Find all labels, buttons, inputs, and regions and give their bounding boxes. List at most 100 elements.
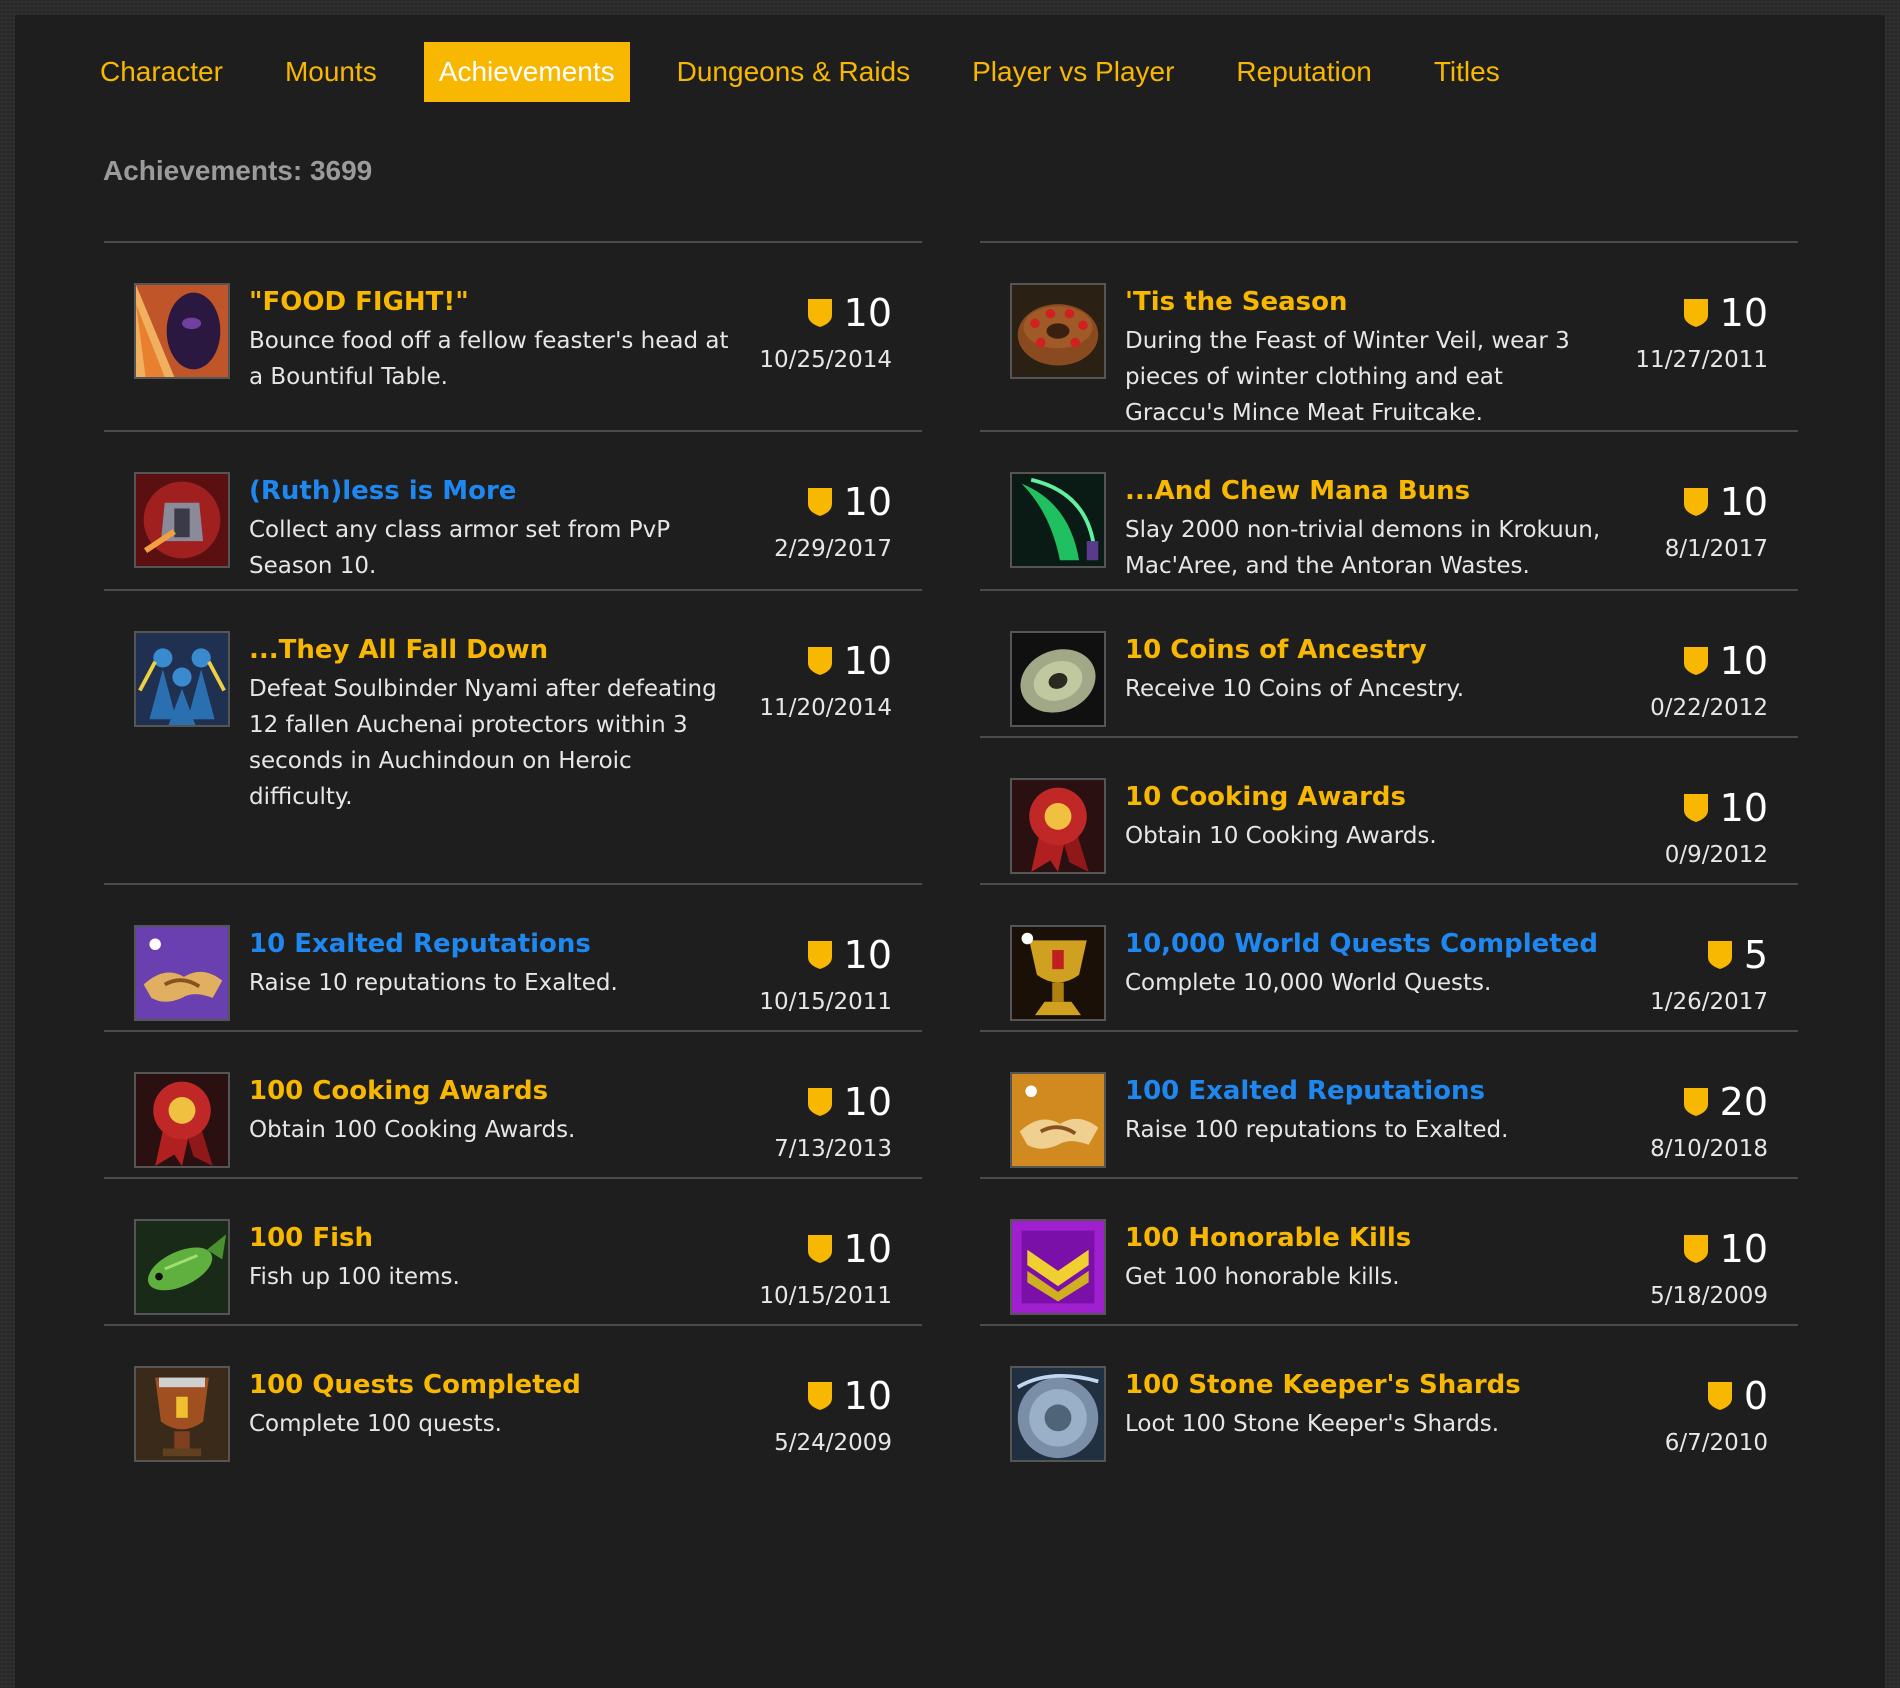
achievement-description: Collect any class armor set from PvP Sea… xyxy=(249,517,671,579)
goblet-icon xyxy=(134,1366,230,1462)
achievement-list-right: 'Tis the Season During the Feast of Winte… xyxy=(980,241,1798,1471)
achievement-title[interactable]: 100 Exalted Reputations xyxy=(1125,1076,1485,1106)
achievement-points-value: 10 xyxy=(1719,786,1768,830)
profile-tabs: Character Mounts Achievements Dungeons &… xyxy=(85,42,1547,102)
achievement-points: 10 xyxy=(1683,291,1768,335)
achievement-title[interactable]: (Ruth)less is More xyxy=(249,476,516,506)
achievement-item-100-fish[interactable]: 100 Fish Fish up 100 items. 10 10/15/2011 xyxy=(104,1177,922,1324)
achievement-title[interactable]: 'Tis the Season xyxy=(1125,287,1348,317)
achievement-title[interactable]: 10 Cooking Awards xyxy=(1125,782,1406,812)
achievement-description: Obtain 10 Cooking Awards. xyxy=(1125,823,1437,849)
achievement-title[interactable]: 100 Quests Completed xyxy=(249,1370,581,1400)
achievement-description: Complete 100 quests. xyxy=(249,1411,502,1437)
achievement-description: Complete 10,000 World Quests. xyxy=(1125,970,1492,996)
achievement-points-value: 10 xyxy=(843,480,892,524)
achievement-points: 10 xyxy=(807,933,892,977)
achievement-item-10-cooking-awards[interactable]: 10 Cooking Awards Obtain 10 Cooking Award… xyxy=(980,736,1798,883)
shield-icon xyxy=(807,1088,832,1116)
achievement-item-food-fight[interactable]: "FOOD FIGHT!" Bounce food off a fellow fe… xyxy=(104,241,922,430)
achievement-title[interactable]: ...And Chew Mana Buns xyxy=(1125,476,1470,506)
achievement-points: 5 xyxy=(1707,933,1768,977)
tab-achievements[interactable]: Achievements xyxy=(423,42,630,102)
achievement-points: 10 xyxy=(807,639,892,683)
achievement-item-10-exalted-reputations[interactable]: 10 Exalted Reputations Raise 10 reputatio… xyxy=(104,883,922,1030)
achievement-date: 0/9/2012 xyxy=(1664,842,1768,868)
achievement-date: 11/20/2014 xyxy=(759,695,892,721)
achievement-description: Bounce food off a fellow feaster's head … xyxy=(249,328,729,390)
tab-reputation[interactable]: Reputation xyxy=(1221,42,1386,102)
shield-icon xyxy=(1707,1382,1732,1410)
achievement-item-they-all-fall-down[interactable]: ...They All Fall Down Defeat Soulbinder N… xyxy=(104,589,922,883)
achievement-points: 10 xyxy=(1683,639,1768,683)
achievement-date: 2/29/2017 xyxy=(774,536,892,562)
achievement-points: 10 xyxy=(1683,1227,1768,1271)
achievement-item-100-cooking-awards[interactable]: 100 Cooking Awards Obtain 100 Cooking Awa… xyxy=(104,1030,922,1177)
achievement-title[interactable]: "FOOD FIGHT!" xyxy=(249,287,469,317)
tab-titles[interactable]: Titles xyxy=(1419,42,1515,102)
shield-icon xyxy=(1683,488,1708,516)
achievement-date: 10/15/2011 xyxy=(759,1283,892,1309)
achievement-description: Raise 100 reputations to Exalted. xyxy=(1125,1117,1509,1143)
achievement-item-10-000-world-quests-completed[interactable]: 10,000 World Quests Completed Complete 10… xyxy=(980,883,1798,1030)
tab-character[interactable]: Character xyxy=(85,42,238,102)
food-fight-icon xyxy=(134,283,230,379)
achievement-points: 10 xyxy=(807,480,892,524)
fish-icon xyxy=(134,1219,230,1315)
achievement-date: 8/10/2018 xyxy=(1650,1136,1768,1162)
achievement-title[interactable]: 10 Coins of Ancestry xyxy=(1125,635,1427,665)
achievement-title[interactable]: 100 Fish xyxy=(249,1223,373,1253)
achievement-points-value: 10 xyxy=(1719,291,1768,335)
achievement-title[interactable]: ...They All Fall Down xyxy=(249,635,548,665)
achievement-description: Defeat Soulbinder Nyami after defeating … xyxy=(249,676,717,810)
achievement-item-100-quests-completed[interactable]: 100 Quests Completed Complete 100 quests.… xyxy=(104,1324,922,1471)
achievement-points: 10 xyxy=(807,1374,892,1418)
achievement-title[interactable]: 10,000 World Quests Completed xyxy=(1125,929,1598,959)
achievement-title[interactable]: 100 Honorable Kills xyxy=(1125,1223,1411,1253)
achievement-date: 10/15/2011 xyxy=(759,989,892,1015)
achievement-item-100-exalted-reputations[interactable]: 100 Exalted Reputations Raise 100 reputat… xyxy=(980,1030,1798,1177)
achievement-title[interactable]: 100 Stone Keeper's Shards xyxy=(1125,1370,1521,1400)
achievement-item-and-chew-mana-buns[interactable]: ...And Chew Mana Buns Slay 2000 non-trivi… xyxy=(980,430,1798,589)
achievement-title[interactable]: 10 Exalted Reputations xyxy=(249,929,591,959)
achievement-description: During the Feast of Winter Veil, wear 3 … xyxy=(1125,328,1570,426)
armor-set-icon xyxy=(134,472,230,568)
achievement-date: 5/24/2009 xyxy=(774,1430,892,1456)
achievement-item-ruth-less-is-more[interactable]: (Ruth)less is More Collect any class armo… xyxy=(104,430,922,589)
achievement-points-value: 5 xyxy=(1743,933,1768,977)
achievement-item-100-honorable-kills[interactable]: 100 Honorable Kills Get 100 honorable kil… xyxy=(980,1177,1798,1324)
achievement-date: 5/18/2009 xyxy=(1650,1283,1768,1309)
achievement-description: Fish up 100 items. xyxy=(249,1264,460,1290)
shield-icon xyxy=(807,941,832,969)
achievement-title[interactable]: 100 Cooking Awards xyxy=(249,1076,548,1106)
shield-icon xyxy=(807,488,832,516)
shield-icon xyxy=(1683,299,1708,327)
achievement-points: 10 xyxy=(1683,786,1768,830)
achievement-list-left: "FOOD FIGHT!" Bounce food off a fellow fe… xyxy=(104,241,922,1471)
achievement-points-value: 10 xyxy=(1719,639,1768,683)
achievement-item-tis-the-season[interactable]: 'Tis the Season During the Feast of Winte… xyxy=(980,241,1798,430)
achievement-points-value: 10 xyxy=(843,639,892,683)
achievement-date: 7/13/2013 xyxy=(774,1136,892,1162)
achievement-date: 6/7/2010 xyxy=(1664,1430,1768,1456)
achievement-description: Slay 2000 non-trivial demons in Krokuun,… xyxy=(1125,517,1601,579)
ribbon-icon xyxy=(1010,778,1106,874)
achievement-points-value: 10 xyxy=(843,1227,892,1271)
ribbon-icon xyxy=(134,1072,230,1168)
tab-dungeons-raids[interactable]: Dungeons & Raids xyxy=(662,42,925,102)
shield-icon xyxy=(1707,941,1732,969)
achievement-points: 10 xyxy=(1683,480,1768,524)
achievement-item-10-coins-of-ancestry[interactable]: 10 Coins of Ancestry Receive 10 Coins of … xyxy=(980,589,1798,736)
achievement-points: 10 xyxy=(807,1227,892,1271)
achievement-date: 10/25/2014 xyxy=(759,347,892,373)
achievement-points: 10 xyxy=(807,291,892,335)
achievement-points: 0 xyxy=(1707,1374,1768,1418)
green-blade-icon xyxy=(1010,472,1106,568)
shield-icon xyxy=(807,299,832,327)
tab-player-vs-player[interactable]: Player vs Player xyxy=(957,42,1189,102)
achievement-points-value: 20 xyxy=(1719,1080,1768,1124)
tab-mounts[interactable]: Mounts xyxy=(270,42,392,102)
shield-icon xyxy=(1683,647,1708,675)
achievement-item-100-stone-keeper-s-shards[interactable]: 100 Stone Keeper's Shards Loot 100 Stone … xyxy=(980,1324,1798,1471)
achievement-points-value: 0 xyxy=(1743,1374,1768,1418)
shield-icon xyxy=(1683,794,1708,822)
